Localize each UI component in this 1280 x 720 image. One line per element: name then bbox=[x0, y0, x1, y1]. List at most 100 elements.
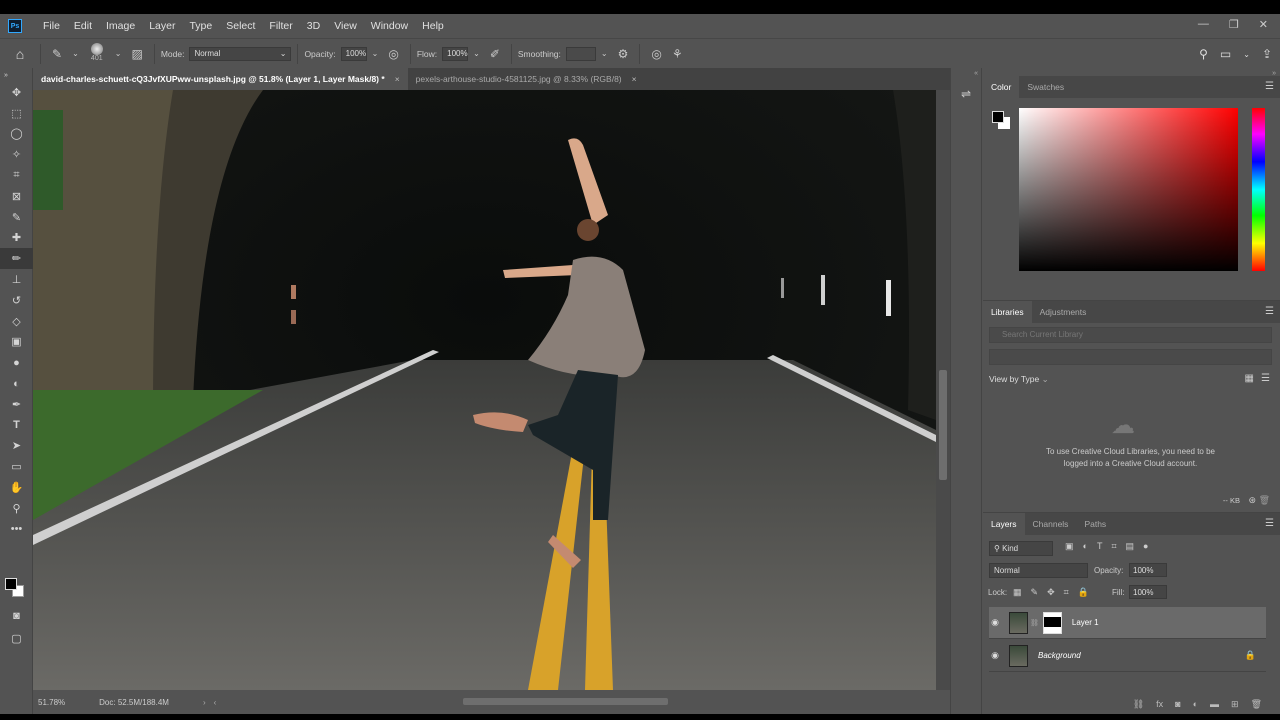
tab-active-document[interactable]: david-charles-schuett-cQ3JvfXUPww-unspla… bbox=[33, 68, 408, 90]
lock-artboard-icon[interactable]: ⌗ bbox=[1064, 587, 1069, 598]
adjustment-filter-icon[interactable]: ◐ bbox=[1083, 541, 1088, 552]
layer-mask-thumbnail[interactable] bbox=[1042, 611, 1062, 634]
brush-settings-icon[interactable]: ▨ bbox=[131, 47, 142, 61]
foreground-color-swatch[interactable] bbox=[992, 111, 1004, 123]
type-filter-icon[interactable]: T bbox=[1097, 541, 1103, 552]
marquee-tool-icon[interactable]: ⬚ bbox=[0, 103, 33, 124]
scroll-left-icon[interactable]: ‹ bbox=[214, 698, 217, 707]
tab-inactive-document[interactable]: pexels-arthouse-studio-4581125.jpg @ 8.3… bbox=[407, 68, 645, 90]
pressure-size-icon[interactable]: ◎ bbox=[651, 47, 661, 61]
tab-channels[interactable]: Channels bbox=[1025, 513, 1077, 535]
list-view-icon[interactable]: ☰ bbox=[1261, 373, 1270, 384]
library-select[interactable] bbox=[989, 349, 1272, 365]
frame-tool-icon[interactable]: ⊠ bbox=[0, 186, 33, 207]
clone-stamp-tool-icon[interactable]: ⊥ bbox=[0, 269, 33, 290]
search-icon[interactable]: ⚲ bbox=[1199, 47, 1208, 61]
lock-transparent-icon[interactable]: ▦ bbox=[1013, 587, 1022, 598]
close-button[interactable]: ✕ bbox=[1259, 18, 1268, 31]
chevron-down-icon[interactable]: ⌄ bbox=[473, 49, 480, 58]
panel-menu-icon[interactable]: ☰ bbox=[1265, 306, 1274, 317]
panel-menu-icon[interactable]: ☰ bbox=[1265, 81, 1274, 92]
menu-help[interactable]: Help bbox=[415, 20, 451, 32]
chevron-down-icon[interactable]: ⌄ bbox=[115, 49, 122, 58]
mode-select[interactable]: Normal ⌄ bbox=[189, 46, 292, 61]
pixel-filter-icon[interactable]: ▣ bbox=[1065, 541, 1074, 552]
collapse-toolbar-icon[interactable]: » bbox=[0, 68, 33, 82]
fill-input[interactable]: 100% bbox=[1129, 585, 1167, 599]
chevron-down-icon[interactable]: ⌄ bbox=[72, 49, 79, 58]
foreground-color-swatch[interactable] bbox=[5, 578, 17, 590]
layer-row-background[interactable]: ◉ Background 🔒 bbox=[989, 640, 1266, 672]
flow-input[interactable]: 100% bbox=[442, 46, 469, 61]
menu-edit[interactable]: Edit bbox=[67, 20, 99, 32]
tab-color[interactable]: Color bbox=[983, 76, 1020, 98]
tab-swatches[interactable]: Swatches bbox=[1019, 76, 1072, 98]
quick-select-tool-icon[interactable]: ✧ bbox=[0, 144, 33, 165]
creative-cloud-icon[interactable]: ⊛ bbox=[1248, 495, 1256, 506]
zoom-level[interactable]: 51.78% bbox=[38, 698, 65, 707]
color-picker-field[interactable] bbox=[1019, 108, 1238, 271]
chevron-down-icon[interactable]: ⌄ bbox=[1243, 50, 1250, 59]
menu-filter[interactable]: Filter bbox=[262, 20, 299, 32]
share-icon[interactable]: ⇪ bbox=[1262, 47, 1272, 61]
eye-icon[interactable]: ◉ bbox=[989, 650, 1001, 661]
horizontal-scrollbar-thumb[interactable] bbox=[463, 698, 668, 705]
link-icon[interactable]: ⛓ bbox=[1030, 619, 1039, 627]
grid-view-icon[interactable]: ▦ bbox=[1245, 373, 1254, 384]
smart-object-filter-icon[interactable]: ▤ bbox=[1126, 541, 1135, 552]
airbrush-icon[interactable]: ✐ bbox=[490, 47, 500, 61]
healing-brush-tool-icon[interactable]: ✚ bbox=[0, 228, 33, 249]
shape-filter-icon[interactable]: ⌗ bbox=[1111, 541, 1116, 552]
pressure-opacity-icon[interactable]: ◎ bbox=[388, 47, 398, 61]
lock-image-icon[interactable]: ✎ bbox=[1031, 587, 1039, 598]
menu-window[interactable]: Window bbox=[364, 20, 415, 32]
zoom-tool-icon[interactable]: ⚲ bbox=[0, 498, 33, 519]
view-by-select[interactable]: View by Type ⌄ bbox=[989, 374, 1049, 385]
close-icon[interactable]: × bbox=[632, 74, 637, 84]
lock-all-icon[interactable]: 🔒 bbox=[1078, 587, 1089, 598]
new-layer-icon[interactable]: ⊞ bbox=[1231, 699, 1239, 710]
chevron-down-icon[interactable]: ⌄ bbox=[372, 49, 379, 58]
path-selection-tool-icon[interactable]: ➤ bbox=[0, 436, 33, 457]
scrollbar-thumb[interactable] bbox=[939, 370, 947, 480]
gear-icon[interactable]: ⚙ bbox=[618, 47, 629, 61]
symmetry-icon[interactable]: ⚘ bbox=[672, 47, 683, 61]
library-search-input[interactable]: Search Current Library bbox=[989, 327, 1272, 343]
tab-paths[interactable]: Paths bbox=[1076, 513, 1114, 535]
hand-tool-icon[interactable]: ✋ bbox=[0, 477, 33, 498]
home-icon[interactable]: ⌂ bbox=[6, 46, 34, 62]
layer-filter-kind-select[interactable]: ⚲ Kind bbox=[989, 541, 1053, 556]
tab-libraries[interactable]: Libraries bbox=[983, 301, 1032, 323]
add-mask-icon[interactable]: ◙ bbox=[1175, 699, 1180, 709]
collapse-panels-icon[interactable]: « bbox=[951, 70, 981, 77]
eraser-tool-icon[interactable]: ◇ bbox=[0, 311, 33, 332]
more-tools-icon[interactable]: ••• bbox=[0, 519, 33, 540]
lock-position-icon[interactable]: ✥ bbox=[1047, 587, 1055, 598]
brush-preset-picker[interactable]: 401 bbox=[88, 42, 106, 65]
workspace-icon[interactable]: ▭ bbox=[1220, 47, 1231, 61]
rectangle-tool-icon[interactable]: ▭ bbox=[0, 456, 33, 477]
quick-mask-icon[interactable]: ◙ bbox=[0, 606, 33, 627]
tab-layers[interactable]: Layers bbox=[983, 513, 1025, 535]
panel-menu-icon[interactable]: ☰ bbox=[1265, 518, 1274, 529]
menu-image[interactable]: Image bbox=[99, 20, 142, 32]
brush-tool-icon[interactable]: ✏ bbox=[0, 248, 33, 270]
history-brush-tool-icon[interactable]: ↺ bbox=[0, 290, 33, 311]
minimize-button[interactable]: — bbox=[1198, 18, 1209, 31]
menu-view[interactable]: View bbox=[327, 20, 364, 32]
blend-mode-select[interactable]: Normal bbox=[989, 563, 1088, 578]
layer-row-layer-1[interactable]: ◉ ⛓ Layer 1 bbox=[989, 607, 1266, 639]
trash-icon[interactable]: 🗑 bbox=[1251, 699, 1262, 710]
layer-opacity-input[interactable]: 100% bbox=[1129, 563, 1167, 577]
adjustment-layer-icon[interactable]: ◐ bbox=[1193, 699, 1198, 709]
eye-icon[interactable]: ◉ bbox=[989, 617, 1001, 628]
folder-icon[interactable]: ▬ bbox=[1210, 699, 1219, 709]
close-icon[interactable]: × bbox=[395, 74, 400, 84]
dodge-tool-icon[interactable]: ◐ bbox=[0, 373, 33, 394]
menu-3d[interactable]: 3D bbox=[300, 20, 327, 32]
chevron-down-icon[interactable]: ⌄ bbox=[601, 49, 608, 58]
blur-tool-icon[interactable]: ● bbox=[0, 352, 33, 373]
link-layers-icon[interactable]: ⛓ bbox=[1133, 699, 1144, 710]
brush-tool-icon[interactable]: ✎ bbox=[52, 47, 62, 61]
trash-icon[interactable]: 🗑 bbox=[1259, 495, 1270, 506]
